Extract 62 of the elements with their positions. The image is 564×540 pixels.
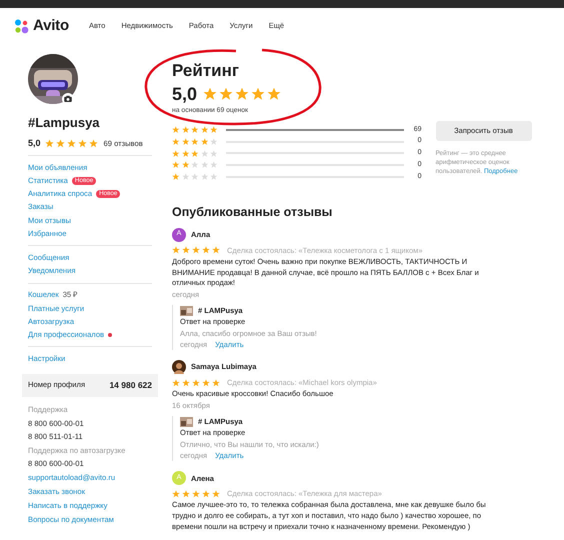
star-icon: [191, 150, 198, 158]
avatar-icon: [172, 360, 186, 374]
star-icon: [210, 150, 218, 158]
star-icon: [182, 246, 190, 254]
star-icon: [212, 246, 220, 254]
star-icon: [192, 490, 200, 498]
section-title: Опубликованные отзывы: [172, 204, 334, 221]
star-icon: [182, 173, 189, 181]
logo-icon: [14, 18, 29, 34]
star-icon: [192, 378, 200, 387]
star-icon: [210, 138, 218, 146]
rating-score: 5,0: [28, 136, 41, 150]
star-icon: [202, 378, 210, 387]
star-icon: [191, 126, 198, 134]
star-icon: [191, 138, 198, 146]
star-icon: [182, 126, 189, 134]
star-icon: [172, 138, 180, 146]
star-icon: [212, 378, 220, 387]
star-icon: [202, 490, 210, 498]
star-icon: [192, 246, 200, 254]
rating-score: 5,0: [172, 82, 198, 106]
camera-icon[interactable]: [62, 93, 74, 105]
star-icon: [172, 173, 180, 181]
star-icon: [203, 87, 218, 102]
star-icon: [182, 150, 189, 158]
star-icon: [172, 490, 180, 498]
star-icon: [200, 150, 208, 158]
star-icon: [172, 161, 180, 169]
star-icon: [66, 138, 76, 148]
star-icon: [182, 161, 189, 169]
star-icon: [200, 138, 208, 146]
user-name: #Lampusya: [28, 114, 101, 132]
star-icon: [210, 173, 218, 181]
star-icon: [182, 490, 190, 498]
star-icon: [44, 138, 54, 148]
star-icon: [210, 161, 218, 169]
avito-logo[interactable]: Avito: [14, 14, 69, 38]
profile-number: 14 980 622: [109, 379, 152, 392]
star-icon: [200, 173, 208, 181]
star-icon: [56, 138, 65, 148]
star-icon: [191, 161, 198, 169]
star-icon: [172, 150, 180, 158]
star-icon: [212, 490, 220, 498]
star-icon: [219, 87, 234, 102]
star-icon: [182, 138, 189, 146]
star-icon: [191, 173, 198, 181]
seller-avatar-icon: [180, 306, 193, 316]
star-icon: [172, 126, 180, 134]
star-icon: [172, 246, 180, 254]
star-icon: [182, 378, 190, 387]
star-icon: [202, 246, 210, 254]
star-icon: [267, 87, 282, 102]
star-icon: [200, 126, 208, 134]
star-icon: [235, 87, 250, 102]
star-icon: [210, 126, 218, 134]
section-title: Рейтинг: [172, 62, 240, 81]
seller-avatar-icon: [180, 416, 193, 427]
star-icon: [251, 87, 266, 102]
star-icon: [200, 161, 208, 169]
star-icon: [78, 138, 87, 148]
star-icon: [88, 138, 98, 148]
star-icon: [172, 378, 180, 387]
